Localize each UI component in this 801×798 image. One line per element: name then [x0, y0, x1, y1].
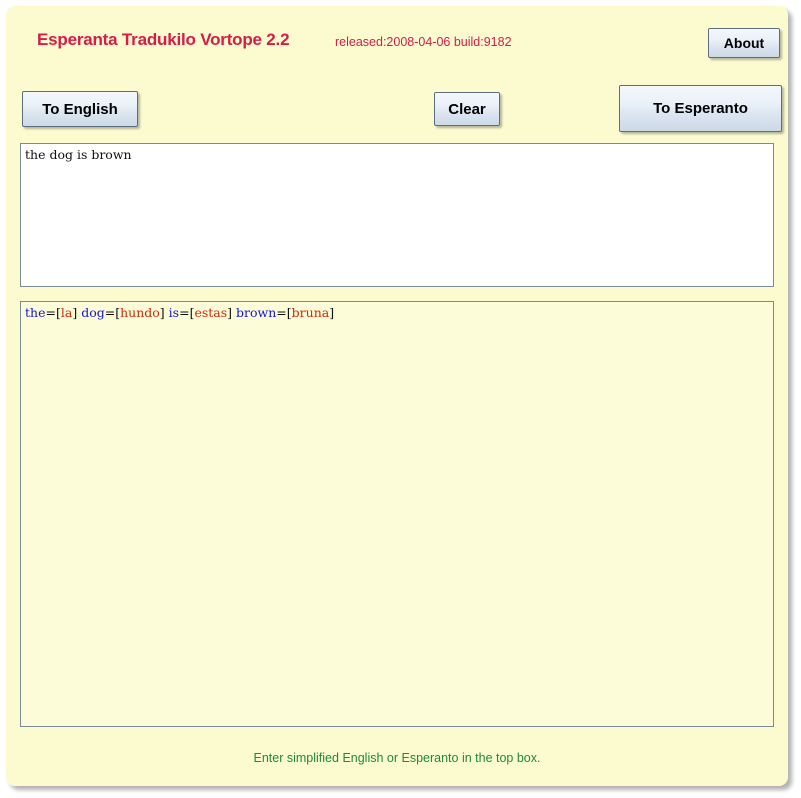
translation-output-pane[interactable]: the=[la] dog=[hundo] is=[estas] brown=[b… — [20, 301, 774, 727]
to-esperanto-button[interactable]: To Esperanto — [619, 85, 782, 132]
about-button[interactable]: About — [708, 28, 780, 58]
token-target-word: bruna — [291, 305, 330, 320]
token-equals-sign: = — [276, 305, 287, 320]
token-target-word: hundo — [120, 305, 160, 320]
token-close-bracket: ] — [329, 305, 335, 320]
token-equals-sign: = — [45, 305, 56, 320]
source-text-input[interactable] — [20, 143, 774, 287]
page-title: Esperanta Tradukilo Vortope 2.2 — [37, 30, 290, 49]
token-target-word: la — [60, 305, 73, 320]
token-equals-sign: = — [179, 305, 190, 320]
token-equals-sign: = — [104, 305, 116, 320]
to-english-button[interactable]: To English — [22, 91, 138, 127]
build-info-label: released:2008-04-06 build:9182 — [335, 35, 512, 49]
header-bar: Esperanta Tradukilo Vortope 2.2 released… — [6, 6, 788, 72]
clear-button[interactable]: Clear — [434, 92, 500, 126]
token-target-word: estas — [194, 305, 228, 320]
status-message: Enter simplified English or Esperanto in… — [253, 751, 541, 765]
token-source-word: brown — [236, 305, 277, 320]
token-source-word: dog — [81, 305, 105, 320]
token-source-word: is — [168, 305, 180, 320]
application-window: Esperanta Tradukilo Vortope 2.2 released… — [6, 6, 788, 786]
token-source-word: the — [25, 305, 46, 320]
